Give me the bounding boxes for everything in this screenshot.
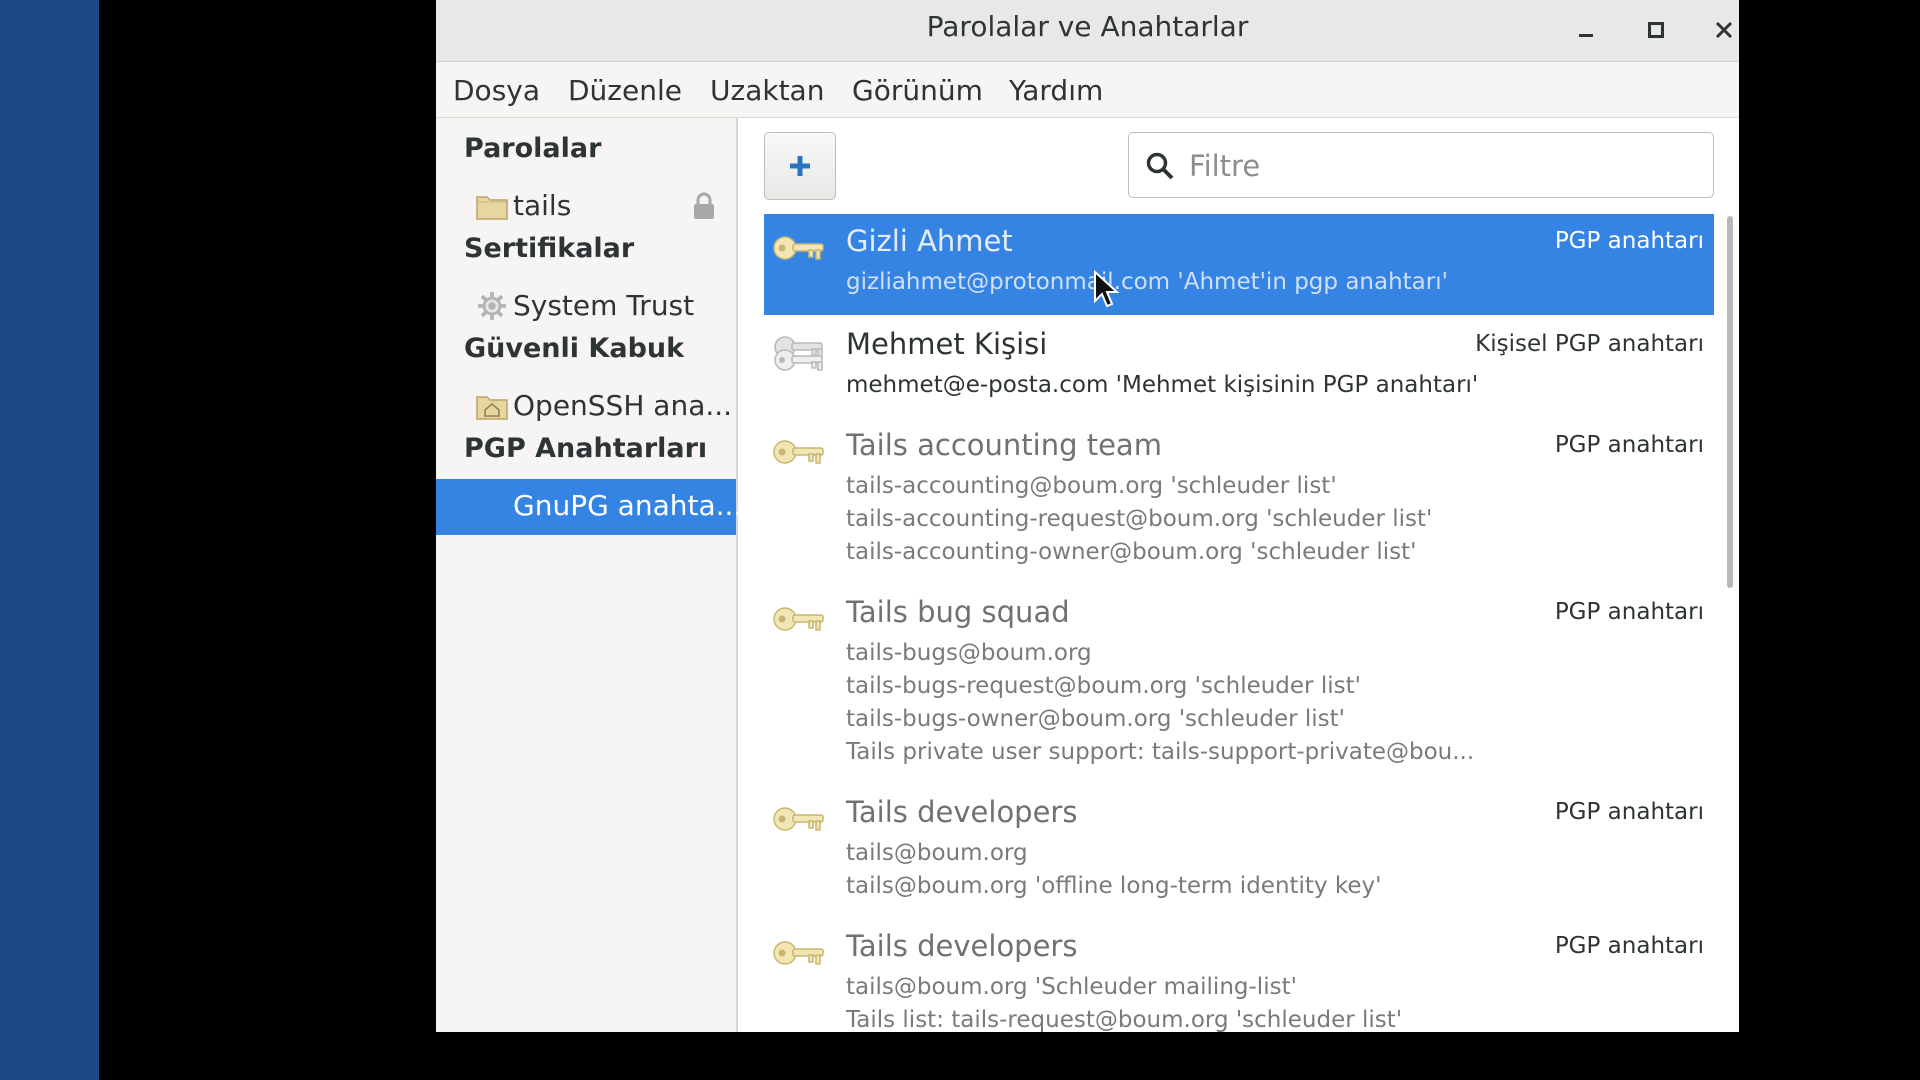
key-list: Gizli Ahmet PGP anahtarı gizliahmet@proton… [764,214,1714,1032]
sidebar-header-pgp: PGP Anahtarları [464,433,708,464]
key-type: Kişisel PGP anahtarı [1475,331,1704,357]
sidebar-item-tails[interactable]: tails [436,179,736,233]
sidebar-item-label: tails [513,189,572,222]
key-uid: tails@boum.org 'offline long-term identi… [846,873,1382,899]
filter-input[interactable] [1187,143,1691,189]
minimize-button[interactable] [1564,8,1608,52]
filter-field[interactable] [1128,132,1714,198]
home-folder-icon [476,396,508,420]
search-icon [1146,152,1174,180]
key-uid: tails-bugs@boum.org [846,640,1092,666]
key-icon [772,805,826,839]
menu-uzaktan[interactable]: Uzaktan [710,74,824,107]
key-uid: tails@boum.org 'Schleuder mailing-list' [846,974,1297,1000]
key-name: Tails developers [846,929,1078,963]
content-area: Gizli Ahmet PGP anahtarı gizliahmet@proton… [738,118,1739,1032]
key-type: PGP anahtarı [1554,228,1704,254]
window-title: Parolalar ve Anahtarlar [926,10,1249,43]
key-uid-list: tails@boum.org tails@boum.org 'offline lo… [846,837,1381,903]
key-uid-list: tails@boum.org 'Schleuder mailing-list' T… [846,971,1402,1032]
key-uid: gizliahmet@protonmail.com 'Ahmet'in pgp … [846,269,1448,295]
key-type: PGP anahtarı [1554,432,1704,458]
key-row[interactable]: Tails developers PGP anahtarı tails@boum.o… [764,919,1714,1032]
sidebar-header-guvenli-kabuk: Güvenli Kabuk [464,333,685,364]
keypair-icon [772,327,826,381]
key-row[interactable]: Tails developers PGP anahtarı tails@boum.o… [764,785,1714,919]
key-row[interactable]: Tails bug squad PGP anahtarı tails-bugs@bo… [764,585,1714,785]
key-name: Tails developers [846,795,1078,829]
app-window: Parolalar ve Anahtarlar Dosya Düzenle Uz… [436,0,1739,1032]
minimize-icon [1579,34,1593,37]
key-uid-list: gizliahmet@protonmail.com 'Ahmet'in pgp … [846,266,1448,299]
key-name: Gizli Ahmet [846,224,1013,258]
key-uid: Tails private user support: tails-suppor… [846,739,1475,765]
key-icon [772,438,826,472]
key-uid: tails-accounting-owner@boum.org 'schleud… [846,539,1417,565]
key-icon [772,234,826,268]
key-icon [772,605,826,639]
folder-icon [476,196,508,220]
sidebar-item-openssh[interactable]: OpenSSH ana... [436,379,736,433]
key-uid-list: mehmet@e-posta.com 'Mehmet kişisinin PGP… [846,369,1478,402]
maximize-button[interactable] [1634,8,1678,52]
scrollbar[interactable] [1727,214,1735,1032]
sidebar-header-parolalar: Parolalar [464,133,602,164]
sidebar-item-label: OpenSSH ana... [513,389,733,422]
sidebar-item-gnupg[interactable]: GnuPG anahta... [436,479,742,535]
plus-icon [790,156,810,176]
desktop-background [0,0,99,1080]
key-uid: tails-accounting@boum.org 'schleuder lis… [846,473,1337,499]
title-bar: Parolalar ve Anahtarlar [436,0,1739,62]
key-uid: tails-accounting-request@boum.org 'schle… [846,506,1433,532]
key-uid: mehmet@e-posta.com 'Mehmet kişisinin PGP… [846,372,1479,398]
key-row[interactable]: Mehmet Kişisi Kişisel PGP anahtarı mehmet@… [764,317,1714,418]
menu-yardim[interactable]: Yardım [1009,74,1103,107]
key-type: PGP anahtarı [1554,799,1704,825]
key-uid-list: tails-bugs@boum.org tails-bugs-request@bo… [846,637,1474,769]
key-uid-list: tails-accounting@boum.org 'schleuder lis… [846,470,1432,569]
key-type: PGP anahtarı [1554,599,1704,625]
menu-bar: Dosya Düzenle Uzaktan Görünüm Yardım [436,62,1739,118]
key-uid: tails@boum.org [846,840,1028,866]
menu-dosya[interactable]: Dosya [453,74,540,107]
key-icon [772,939,826,973]
key-name: Tails accounting team [846,428,1162,462]
mouse-cursor-icon [1094,270,1120,308]
key-uid: tails-bugs-owner@boum.org 'schleuder lis… [846,706,1345,732]
sidebar-header-sertifikalar: Sertifikalar [464,233,635,264]
close-button[interactable] [1702,8,1739,52]
sidebar-item-label: System Trust [513,289,695,322]
sidebar: Parolalar tails Sertifikalar System Trus… [436,118,742,1032]
scrollbar-thumb[interactable] [1727,216,1733,588]
key-name: Mehmet Kişisi [846,327,1048,361]
key-type: PGP anahtarı [1554,933,1704,959]
key-row[interactable]: Tails accounting team PGP anahtarı tails-a… [764,418,1714,585]
key-name: Tails bug squad [846,595,1070,629]
lock-icon [694,192,714,219]
key-row[interactable]: Gizli Ahmet PGP anahtarı gizliahmet@proton… [764,214,1714,315]
sidebar-item-label: GnuPG anahta... [513,489,743,522]
add-button[interactable] [764,132,836,200]
gear-icon [477,291,507,321]
sidebar-item-system-trust[interactable]: System Trust [436,279,736,333]
close-icon [1715,21,1733,39]
menu-gorunum[interactable]: Görünüm [852,74,983,107]
key-uid: tails-bugs-request@boum.org 'schleuder l… [846,673,1361,699]
maximize-icon [1648,22,1664,38]
key-uid: Tails list: tails-request@boum.org 'schl… [846,1007,1403,1032]
menu-duzenle[interactable]: Düzenle [568,74,682,107]
